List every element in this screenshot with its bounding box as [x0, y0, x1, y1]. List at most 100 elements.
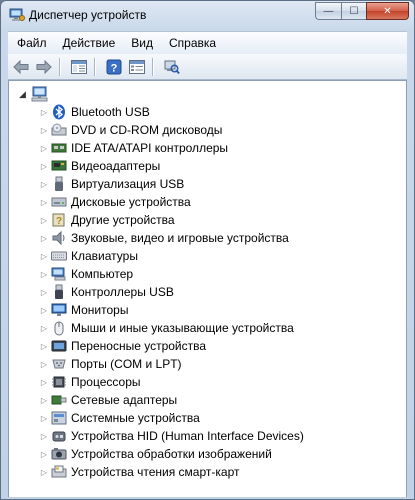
- usb-controller-icon: [51, 284, 67, 300]
- port-icon: [51, 356, 67, 372]
- tree-item-label: Мониторы: [71, 303, 129, 317]
- expand-arrow-icon[interactable]: ▷: [37, 432, 51, 441]
- tree-item[interactable]: ▷ Виртуализация USB: [37, 175, 304, 193]
- tree-item-label: Порты (COM и LPT): [71, 357, 182, 371]
- expand-arrow-icon[interactable]: ▷: [37, 378, 51, 387]
- back-button[interactable]: [11, 58, 31, 76]
- console-tree-button[interactable]: [69, 58, 89, 76]
- network-adapter-icon: [51, 392, 67, 408]
- expand-arrow-icon[interactable]: ▷: [37, 342, 51, 351]
- tree-item[interactable]: ▷ Мониторы: [37, 301, 304, 319]
- tree-item[interactable]: ▷ Порты (COM и LPT): [37, 355, 304, 373]
- tree-item-label: DVD и CD-ROM дисководы: [71, 123, 223, 137]
- tree-item[interactable]: ▷ Мыши и иные указывающие устройства: [37, 319, 304, 337]
- collapse-arrow-icon[interactable]: ◢: [19, 89, 31, 100]
- tree-item[interactable]: ▷ Клавиатуры: [37, 247, 304, 265]
- forward-button[interactable]: [34, 58, 54, 76]
- tree-item[interactable]: ▷ Компьютер: [37, 265, 304, 283]
- device-manager-window: Диспетчер устройств — ☐ ✕ Файл Действие …: [0, 0, 415, 500]
- minimize-button[interactable]: —: [315, 2, 341, 20]
- tree-item[interactable]: ▷ Устройства чтения смарт-карт: [37, 463, 304, 481]
- expand-arrow-icon[interactable]: ▷: [37, 288, 51, 297]
- expand-arrow-icon[interactable]: ▷: [37, 360, 51, 369]
- computer-icon: [51, 266, 67, 282]
- tree-item-label: Мыши и иные указывающие устройства: [71, 321, 294, 335]
- menu-file[interactable]: Файл: [8, 32, 55, 54]
- expand-arrow-icon[interactable]: ▷: [37, 324, 51, 333]
- title-bar[interactable]: Диспетчер устройств — ☐ ✕: [1, 1, 414, 31]
- properties-button[interactable]: [127, 58, 147, 76]
- expand-arrow-icon[interactable]: ▷: [37, 108, 51, 117]
- computer-icon: [31, 86, 48, 102]
- tree-item-label: Звуковые, видео и игровые устройства: [71, 231, 289, 245]
- expand-arrow-icon[interactable]: ▷: [37, 450, 51, 459]
- expand-arrow-icon[interactable]: ▷: [37, 216, 51, 225]
- system-devices-icon: [51, 410, 67, 426]
- device-manager-icon: [9, 8, 25, 21]
- tree-item[interactable]: ▷ Bluetooth USB: [37, 103, 304, 121]
- expand-arrow-icon[interactable]: ▷: [37, 270, 51, 279]
- minimize-icon: —: [323, 5, 334, 17]
- close-button[interactable]: ✕: [366, 2, 409, 20]
- expand-arrow-icon[interactable]: ▷: [37, 162, 51, 171]
- device-category-list: ▷ Bluetooth USB ▷ DVD и CD-ROM дисководы ▷ ID…: [37, 103, 304, 481]
- expand-arrow-icon[interactable]: ▷: [37, 180, 51, 189]
- expand-arrow-icon[interactable]: ▷: [37, 252, 51, 261]
- tree-item-label: Процессоры: [71, 375, 141, 389]
- toolbar: ?: [8, 54, 407, 80]
- toolbar-separator: [94, 57, 96, 76]
- tree-item[interactable]: ▷ DVD и CD-ROM дисководы: [37, 121, 304, 139]
- help-button[interactable]: ?: [104, 58, 124, 76]
- tree-item-label: Сетевые адаптеры: [71, 393, 178, 407]
- tree-item[interactable]: ▷ IDE ATA/ATAPI контроллеры: [37, 139, 304, 157]
- tree-item-label: Другие устройства: [71, 213, 175, 227]
- expand-arrow-icon[interactable]: ▷: [37, 126, 51, 135]
- tree-root[interactable]: ◢: [19, 85, 49, 103]
- tree-item[interactable]: ▷ Сетевые адаптеры: [37, 391, 304, 409]
- tree-item[interactable]: ▷ Системные устройства: [37, 409, 304, 427]
- portable-device-icon: [51, 338, 67, 354]
- tree-item[interactable]: ▷ Процессоры: [37, 373, 304, 391]
- expand-arrow-icon[interactable]: ▷: [37, 306, 51, 315]
- scan-hardware-button[interactable]: [162, 58, 182, 76]
- tree-item-label: Системные устройства: [71, 411, 200, 425]
- tree-item-label: Компьютер: [71, 267, 134, 281]
- sound-icon: [51, 230, 67, 246]
- tree-item-label: Устройства HID (Human Interface Devices): [71, 429, 304, 443]
- tree-item[interactable]: ▷ Контроллеры USB: [37, 283, 304, 301]
- expand-arrow-icon[interactable]: ▷: [37, 144, 51, 153]
- bluetooth-icon: [51, 104, 67, 120]
- menu-help[interactable]: Справка: [161, 32, 224, 54]
- display-adapter-icon: [51, 158, 67, 174]
- tree-item-label: Клавиатуры: [71, 249, 138, 263]
- help-icon: ?: [106, 59, 122, 74]
- tree-item-label: Устройства чтения смарт-карт: [71, 465, 240, 479]
- tree-item[interactable]: ▷ Устройства HID (Human Interface Devices…: [37, 427, 304, 445]
- tree-item-label: IDE ATA/ATAPI контроллеры: [71, 141, 229, 155]
- expand-arrow-icon[interactable]: ▷: [37, 234, 51, 243]
- toolbar-separator: [59, 57, 61, 76]
- tree-item[interactable]: ▷ Видеоадаптеры: [37, 157, 304, 175]
- monitor-icon: [51, 302, 67, 318]
- smart-card-reader-icon: [51, 464, 67, 480]
- tree-item[interactable]: ▷ Дисковые устройства: [37, 193, 304, 211]
- tree-item[interactable]: ▷ Переносные устройства: [37, 337, 304, 355]
- menu-action[interactable]: Действие: [55, 32, 124, 54]
- menu-view[interactable]: Вид: [123, 32, 161, 54]
- expand-arrow-icon[interactable]: ▷: [37, 396, 51, 405]
- tree-item[interactable]: ▷ Устройства обработки изображений: [37, 445, 304, 463]
- expand-arrow-icon[interactable]: ▷: [37, 414, 51, 423]
- tree-item[interactable]: ▷? Другие устройства: [37, 211, 304, 229]
- maximize-button[interactable]: ☐: [341, 2, 366, 20]
- tree-item-label: Видеоадаптеры: [71, 159, 161, 173]
- forward-icon: [36, 59, 52, 74]
- properties-icon: [129, 59, 145, 74]
- keyboard-icon: [51, 248, 67, 264]
- expand-arrow-icon[interactable]: ▷: [37, 198, 51, 207]
- svg-text:?: ?: [56, 216, 62, 227]
- toolbar-separator: [152, 57, 154, 76]
- dvd-drive-icon: [51, 122, 67, 138]
- tree-item[interactable]: ▷ Звуковые, видео и игровые устройства: [37, 229, 304, 247]
- expand-arrow-icon[interactable]: ▷: [37, 468, 51, 477]
- device-tree-pane[interactable]: ◢ ▷ Bluetooth USB ▷ DVD и CD-ROM дисководы ▷…: [8, 80, 407, 499]
